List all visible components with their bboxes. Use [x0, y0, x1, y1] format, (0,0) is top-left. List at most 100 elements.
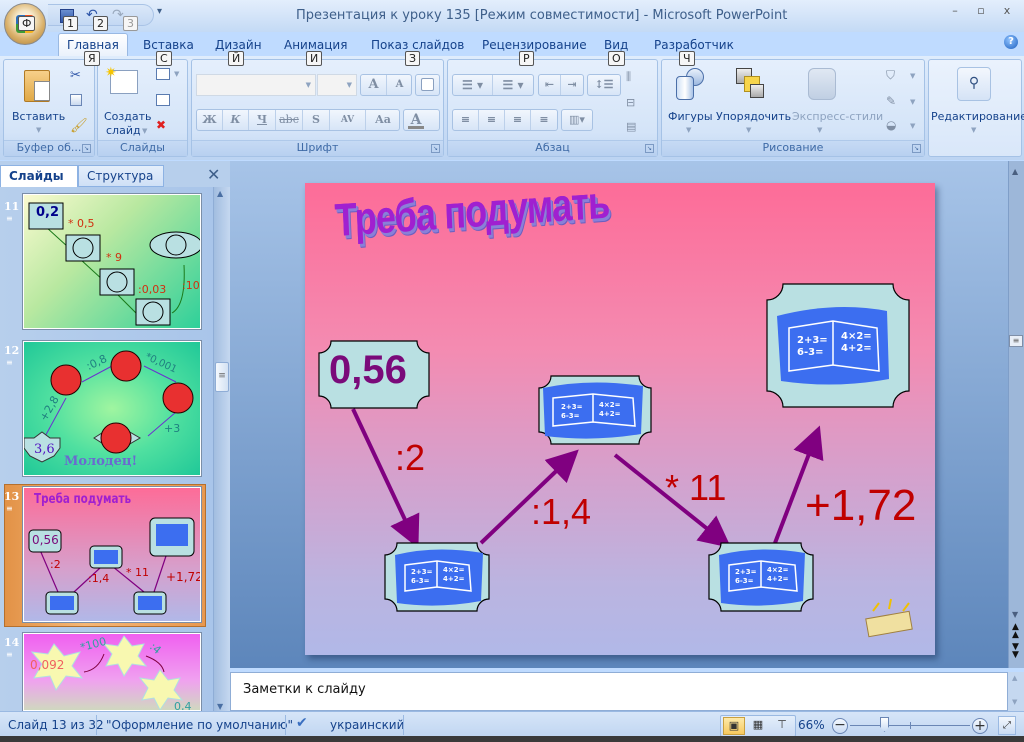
smartart-icon[interactable]: ▤	[626, 120, 642, 136]
shape-fill-dropdown-icon[interactable]: ▼	[910, 72, 915, 80]
paste-dropdown-icon[interactable]: ▼	[36, 126, 41, 134]
line-spacing-button[interactable]: ↕☰	[587, 74, 621, 96]
shrink-font-button[interactable]: A	[387, 75, 412, 95]
scroll-up-icon[interactable]: ▲	[1012, 167, 1018, 176]
scroll-thumb[interactable]: ≡	[1009, 335, 1023, 347]
reset-slide-icon[interactable]	[156, 94, 170, 106]
start-value[interactable]: 0,56	[329, 348, 407, 393]
paste-button[interactable]: Вставить	[12, 110, 65, 123]
shapes-icon[interactable]	[676, 68, 704, 102]
justify-button[interactable]: ≡	[531, 110, 557, 130]
operation-label[interactable]: :1,4	[531, 491, 591, 533]
quick-styles-dropdown-icon[interactable]: ▼	[817, 126, 822, 134]
theme-name[interactable]: "Оформление по умолчанию"	[106, 718, 293, 732]
shape-outline-dropdown-icon[interactable]: ▼	[910, 98, 915, 106]
slide-thumbnail-13[interactable]: Треба подумать 0,56 :2 :1,4 * 11 +1,72	[22, 486, 202, 623]
bullets-button[interactable]: ☰ ▾	[453, 75, 493, 95]
fit-to-window-button[interactable]: ⤢	[998, 716, 1016, 735]
drawing-launcher-icon[interactable]: ↘	[912, 144, 921, 153]
paragraph-launcher-icon[interactable]: ↘	[645, 144, 654, 153]
zoom-in-button[interactable]: +	[972, 718, 988, 734]
restore-button[interactable]: ▫	[970, 4, 992, 20]
operation-label[interactable]: * 11	[665, 467, 726, 509]
close-button[interactable]: x	[996, 4, 1018, 20]
language[interactable]: украинский	[330, 718, 404, 732]
arrange-button[interactable]: Упорядочить	[716, 110, 791, 123]
slide-thumbnail-11[interactable]: 0,2 * 0,5 * 9 :0,03 :10	[22, 193, 202, 330]
tab-review[interactable]: Рецензирование	[482, 38, 587, 52]
scroll-down-icon[interactable]: ▼	[217, 702, 223, 711]
help-icon[interactable]: ?	[1004, 35, 1018, 49]
slide-sorter-button[interactable]: ▦	[747, 717, 769, 735]
scroll-down-icon[interactable]: ▼	[1012, 610, 1018, 619]
numbering-button[interactable]: ☰ ▾	[493, 75, 533, 95]
layout-dropdown-icon[interactable]: ▼	[174, 70, 179, 78]
tab-slideshow[interactable]: Показ слайдов	[371, 38, 464, 52]
clipboard-launcher-icon[interactable]: ↘	[82, 144, 91, 153]
tab-outline[interactable]: Структура	[78, 165, 164, 187]
spelling-check-icon[interactable]: ✔	[296, 715, 308, 731]
slide-thumbnail-12[interactable]: 3,6 +2,8 :0,8 *0,001 +3 Молодец!	[22, 340, 202, 477]
shapes-button[interactable]: Фигуры	[668, 110, 713, 123]
tab-design[interactable]: Дизайн	[215, 38, 262, 52]
shape-fill-icon[interactable]: ⛉	[886, 68, 902, 84]
editing-button[interactable]: Редактирование	[931, 110, 1024, 123]
font-name-combo[interactable]: ▼	[196, 74, 316, 96]
tab-developer[interactable]: Разработчик	[654, 38, 734, 52]
tab-slides[interactable]: Слайды	[0, 165, 78, 187]
new-slide-icon[interactable]: ✷	[105, 65, 138, 94]
columns-button[interactable]: ▥▾	[561, 109, 593, 131]
grow-font-button[interactable]: A	[361, 75, 387, 95]
zoom-out-button[interactable]: −	[832, 718, 848, 734]
shape-outline-icon[interactable]: ✎	[886, 94, 902, 110]
close-pane-icon[interactable]: ✕	[207, 165, 220, 184]
slide-canvas[interactable]: Треба подумать 0,56 :2 :1,4 * 11 +1,72 2…	[305, 176, 935, 655]
increase-indent-button[interactable]: ⇥	[561, 75, 583, 95]
notes-pane[interactable]: Заметки к слайду	[230, 672, 1008, 711]
font-color-button[interactable]: A	[403, 109, 440, 131]
quick-styles-button[interactable]: Экспресс-стили	[792, 110, 883, 123]
delete-slide-icon[interactable]: ✖	[156, 118, 172, 134]
align-left-button[interactable]: ≡	[453, 110, 479, 130]
thumbnail-scrollbar[interactable]: ▲ ≡ ▼	[213, 187, 230, 711]
normal-view-button[interactable]: ▣	[723, 717, 745, 735]
operation-label[interactable]: +1,72	[805, 481, 916, 531]
scroll-up-icon[interactable]: ▲	[1012, 674, 1017, 682]
previous-slide-icon[interactable]: ▲ ▲	[1012, 623, 1019, 640]
notes-placeholder[interactable]: Заметки к слайду	[243, 682, 366, 697]
bold-button[interactable]: Ж	[197, 110, 223, 130]
font-size-combo[interactable]: ▼	[317, 74, 357, 96]
quick-styles-icon[interactable]	[808, 68, 836, 100]
arrange-dropdown-icon[interactable]: ▼	[746, 126, 751, 134]
character-spacing-button[interactable]: AV	[330, 110, 366, 130]
change-case-button[interactable]: Aa	[366, 110, 400, 130]
align-center-button[interactable]: ≡	[479, 110, 505, 130]
align-text-icon[interactable]: ⊟	[626, 96, 642, 112]
slide-thumbnail-14[interactable]: 0,092 *100 :4 0,4	[22, 632, 202, 712]
next-slide-icon[interactable]: ▼ ▼	[1012, 643, 1019, 660]
notes-scrollbar[interactable]: ▲ ▼	[1008, 672, 1024, 711]
editing-dropdown-icon[interactable]: ▼	[971, 126, 976, 134]
shape-effects-dropdown-icon[interactable]: ▼	[910, 122, 915, 130]
format-painter-icon[interactable]: 🖌	[70, 118, 88, 134]
new-slide-label-1[interactable]: Создать	[104, 110, 152, 123]
strikethrough-button[interactable]: abc	[276, 110, 303, 130]
zoom-level[interactable]: 66%	[798, 718, 825, 732]
customize-qat-icon[interactable]: ▾	[157, 6, 162, 17]
copy-icon[interactable]	[70, 94, 82, 106]
cut-icon[interactable]: ✂	[70, 68, 86, 84]
scroll-thumb[interactable]: ≡	[215, 362, 229, 392]
underline-button[interactable]: Ч	[249, 110, 276, 130]
decrease-indent-button[interactable]: ⇤	[539, 75, 561, 95]
minimize-button[interactable]: –	[944, 4, 966, 20]
italic-button[interactable]: К	[223, 110, 249, 130]
clear-formatting-button[interactable]	[415, 74, 440, 96]
tab-view[interactable]: Вид	[604, 38, 628, 52]
shape-effects-icon[interactable]: ◒	[886, 118, 902, 134]
new-slide-dropdown-icon[interactable]: ▼	[142, 127, 147, 135]
tab-animation[interactable]: Анимация	[284, 38, 347, 52]
find-icon[interactable]: ⚲	[957, 67, 991, 101]
align-right-button[interactable]: ≡	[505, 110, 531, 130]
zoom-slider-thumb[interactable]	[880, 717, 889, 732]
paste-icon[interactable]	[24, 70, 50, 102]
